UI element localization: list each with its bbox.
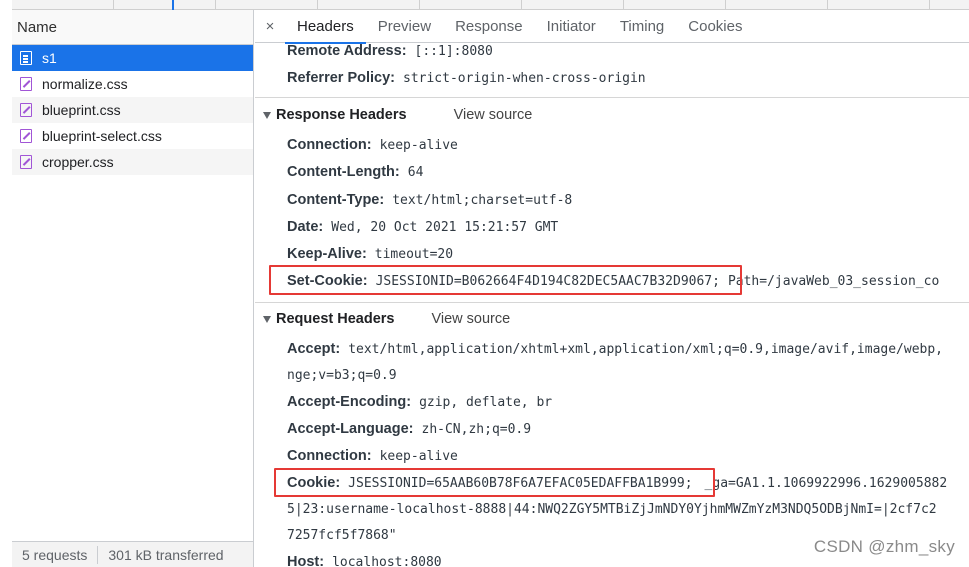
request-list-panel: Name s1 normalize.css blueprint.css blue… (12, 10, 254, 567)
cookie-ga-value: _ga=GA1.1.1069922996.1629005882 (704, 475, 948, 491)
request-headers-section-toggle[interactable]: Request Headers View source (263, 307, 510, 331)
header-key: Connection: (287, 448, 372, 464)
close-icon[interactable]: × (255, 18, 285, 35)
response-header-row: Content-Length: 64 (287, 161, 423, 183)
toolbar-segment (216, 0, 318, 10)
name-column-label: Name (17, 18, 58, 36)
header-key: Referrer Policy: (287, 70, 395, 86)
header-key: Accept: (287, 341, 341, 357)
toolbar-segment (318, 0, 420, 10)
request-name: blueprint.css (42, 102, 121, 118)
response-headers-title: Response Headers (276, 107, 407, 123)
header-value: text/html;charset=utf-8 (392, 192, 573, 208)
expand-triangle-icon (263, 315, 271, 323)
section-divider (255, 97, 969, 98)
tab-cookies[interactable]: Cookies (676, 10, 754, 43)
stylesheet-icon (20, 129, 32, 143)
header-value: 64 (407, 164, 424, 180)
request-name: blueprint-select.css (42, 128, 162, 144)
header-value-continuation: 5|23:username-localhost-8888|44:NWQ2ZGY5… (287, 501, 937, 517)
request-row-cropper-css[interactable]: cropper.css (12, 149, 253, 175)
request-row-normalize-css[interactable]: normalize.css (12, 71, 253, 97)
header-key: Accept-Language: (287, 421, 414, 437)
header-value: timeout=20 (374, 246, 454, 262)
cookie-highlight-box (274, 468, 715, 497)
tab-timing[interactable]: Timing (608, 10, 676, 43)
header-value: Wed, 20 Oct 2021 15:21:57 GMT (331, 219, 559, 235)
response-view-source-link[interactable]: View source (454, 107, 533, 123)
header-key: Date: (287, 219, 324, 235)
name-column-header[interactable]: Name (12, 10, 253, 45)
header-value: keep-alive (379, 137, 458, 153)
response-headers-section-toggle[interactable]: Response Headers View source (263, 103, 532, 127)
request-header-row: Accept-Language: zh-CN,zh;q=0.9 (287, 418, 531, 440)
section-divider (255, 302, 969, 303)
request-header-row: Connection: keep-alive (287, 445, 458, 467)
response-header-row: Keep-Alive: timeout=20 (287, 243, 453, 265)
header-key: Host: (287, 554, 325, 567)
tab-initiator[interactable]: Initiator (535, 10, 608, 43)
toolbar-segment (12, 0, 114, 10)
header-value: text/html,application/xhtml+xml,applicat… (348, 341, 944, 357)
request-row-blueprint-css[interactable]: blueprint.css (12, 97, 253, 123)
response-header-row: Content-Type: text/html;charset=utf-8 (287, 189, 572, 211)
set-cookie-highlight-box (269, 265, 742, 295)
stylesheet-icon (20, 77, 32, 91)
header-value: gzip, deflate, br (419, 394, 553, 410)
request-header-row: Accept-Encoding: gzip, deflate, br (287, 391, 552, 413)
request-view-source-link[interactable]: View source (431, 311, 510, 327)
csdn-watermark: CSDN @zhm_sky (813, 537, 955, 556)
stylesheet-icon (20, 155, 32, 169)
response-header-row: Date: Wed, 20 Oct 2021 15:21:57 GMT (287, 216, 558, 238)
header-key: Accept-Encoding: (287, 394, 412, 410)
request-header-row: Accept: text/html,application/xhtml+xml,… (287, 338, 943, 360)
request-row-blueprint-select-css[interactable]: blueprint-select.css (12, 123, 253, 149)
toolbar-segment (726, 0, 828, 10)
request-details-panel: × Headers Preview Response Initiator Tim… (255, 10, 969, 567)
request-name: normalize.css (42, 76, 128, 92)
toolbar-segment (114, 0, 216, 10)
general-remote-address: Remote Address: [::1]:8080 (287, 40, 493, 62)
header-key: Content-Type: (287, 192, 385, 208)
header-key: Remote Address: (287, 43, 407, 59)
toolbar-segment (420, 0, 522, 10)
header-value: [::1]:8080 (414, 43, 493, 59)
toolbar-segment (624, 0, 726, 10)
header-value-continuation: 7257fcf5f7868" (287, 527, 397, 543)
request-headers-title: Request Headers (276, 311, 395, 327)
transferred-size: 301 kB transferred (108, 546, 224, 563)
toolbar-segment (828, 0, 930, 10)
header-value: localhost:8080 (332, 554, 442, 567)
set-cookie-path: Path=/javaWeb_03_session_co (727, 273, 940, 289)
header-key: Content-Length: (287, 164, 400, 180)
header-value: strict-origin-when-cross-origin (403, 70, 646, 86)
tab-response[interactable]: Response (443, 10, 535, 43)
general-referrer-policy: Referrer Policy: strict-origin-when-cros… (287, 67, 646, 89)
toolbar-segment (522, 0, 624, 10)
response-header-row: Connection: keep-alive (287, 134, 458, 156)
request-name: s1 (42, 50, 57, 66)
header-key: Connection: (287, 137, 372, 153)
expand-triangle-icon (263, 111, 271, 119)
tab-headers[interactable]: Headers (285, 10, 366, 44)
header-value: zh-CN,zh;q=0.9 (421, 421, 532, 437)
header-value: keep-alive (379, 448, 458, 464)
network-toolbar-strip (12, 0, 969, 10)
document-icon (20, 51, 32, 65)
details-tabbar: × Headers Preview Response Initiator Tim… (255, 10, 969, 44)
stylesheet-icon (20, 103, 32, 117)
request-name: cropper.css (42, 154, 114, 170)
header-key: Keep-Alive: (287, 246, 367, 262)
request-row-s1[interactable]: s1 (12, 45, 253, 71)
toolbar-selection-marker (172, 0, 174, 10)
header-value-continuation: nge;v=b3;q=0.9 (287, 367, 397, 383)
request-count: 5 requests (22, 546, 88, 563)
tab-preview[interactable]: Preview (366, 10, 443, 43)
network-status-bar: 5 requests 301 kB transferred (12, 541, 253, 567)
request-header-row: Host: localhost:8080 (287, 551, 442, 567)
